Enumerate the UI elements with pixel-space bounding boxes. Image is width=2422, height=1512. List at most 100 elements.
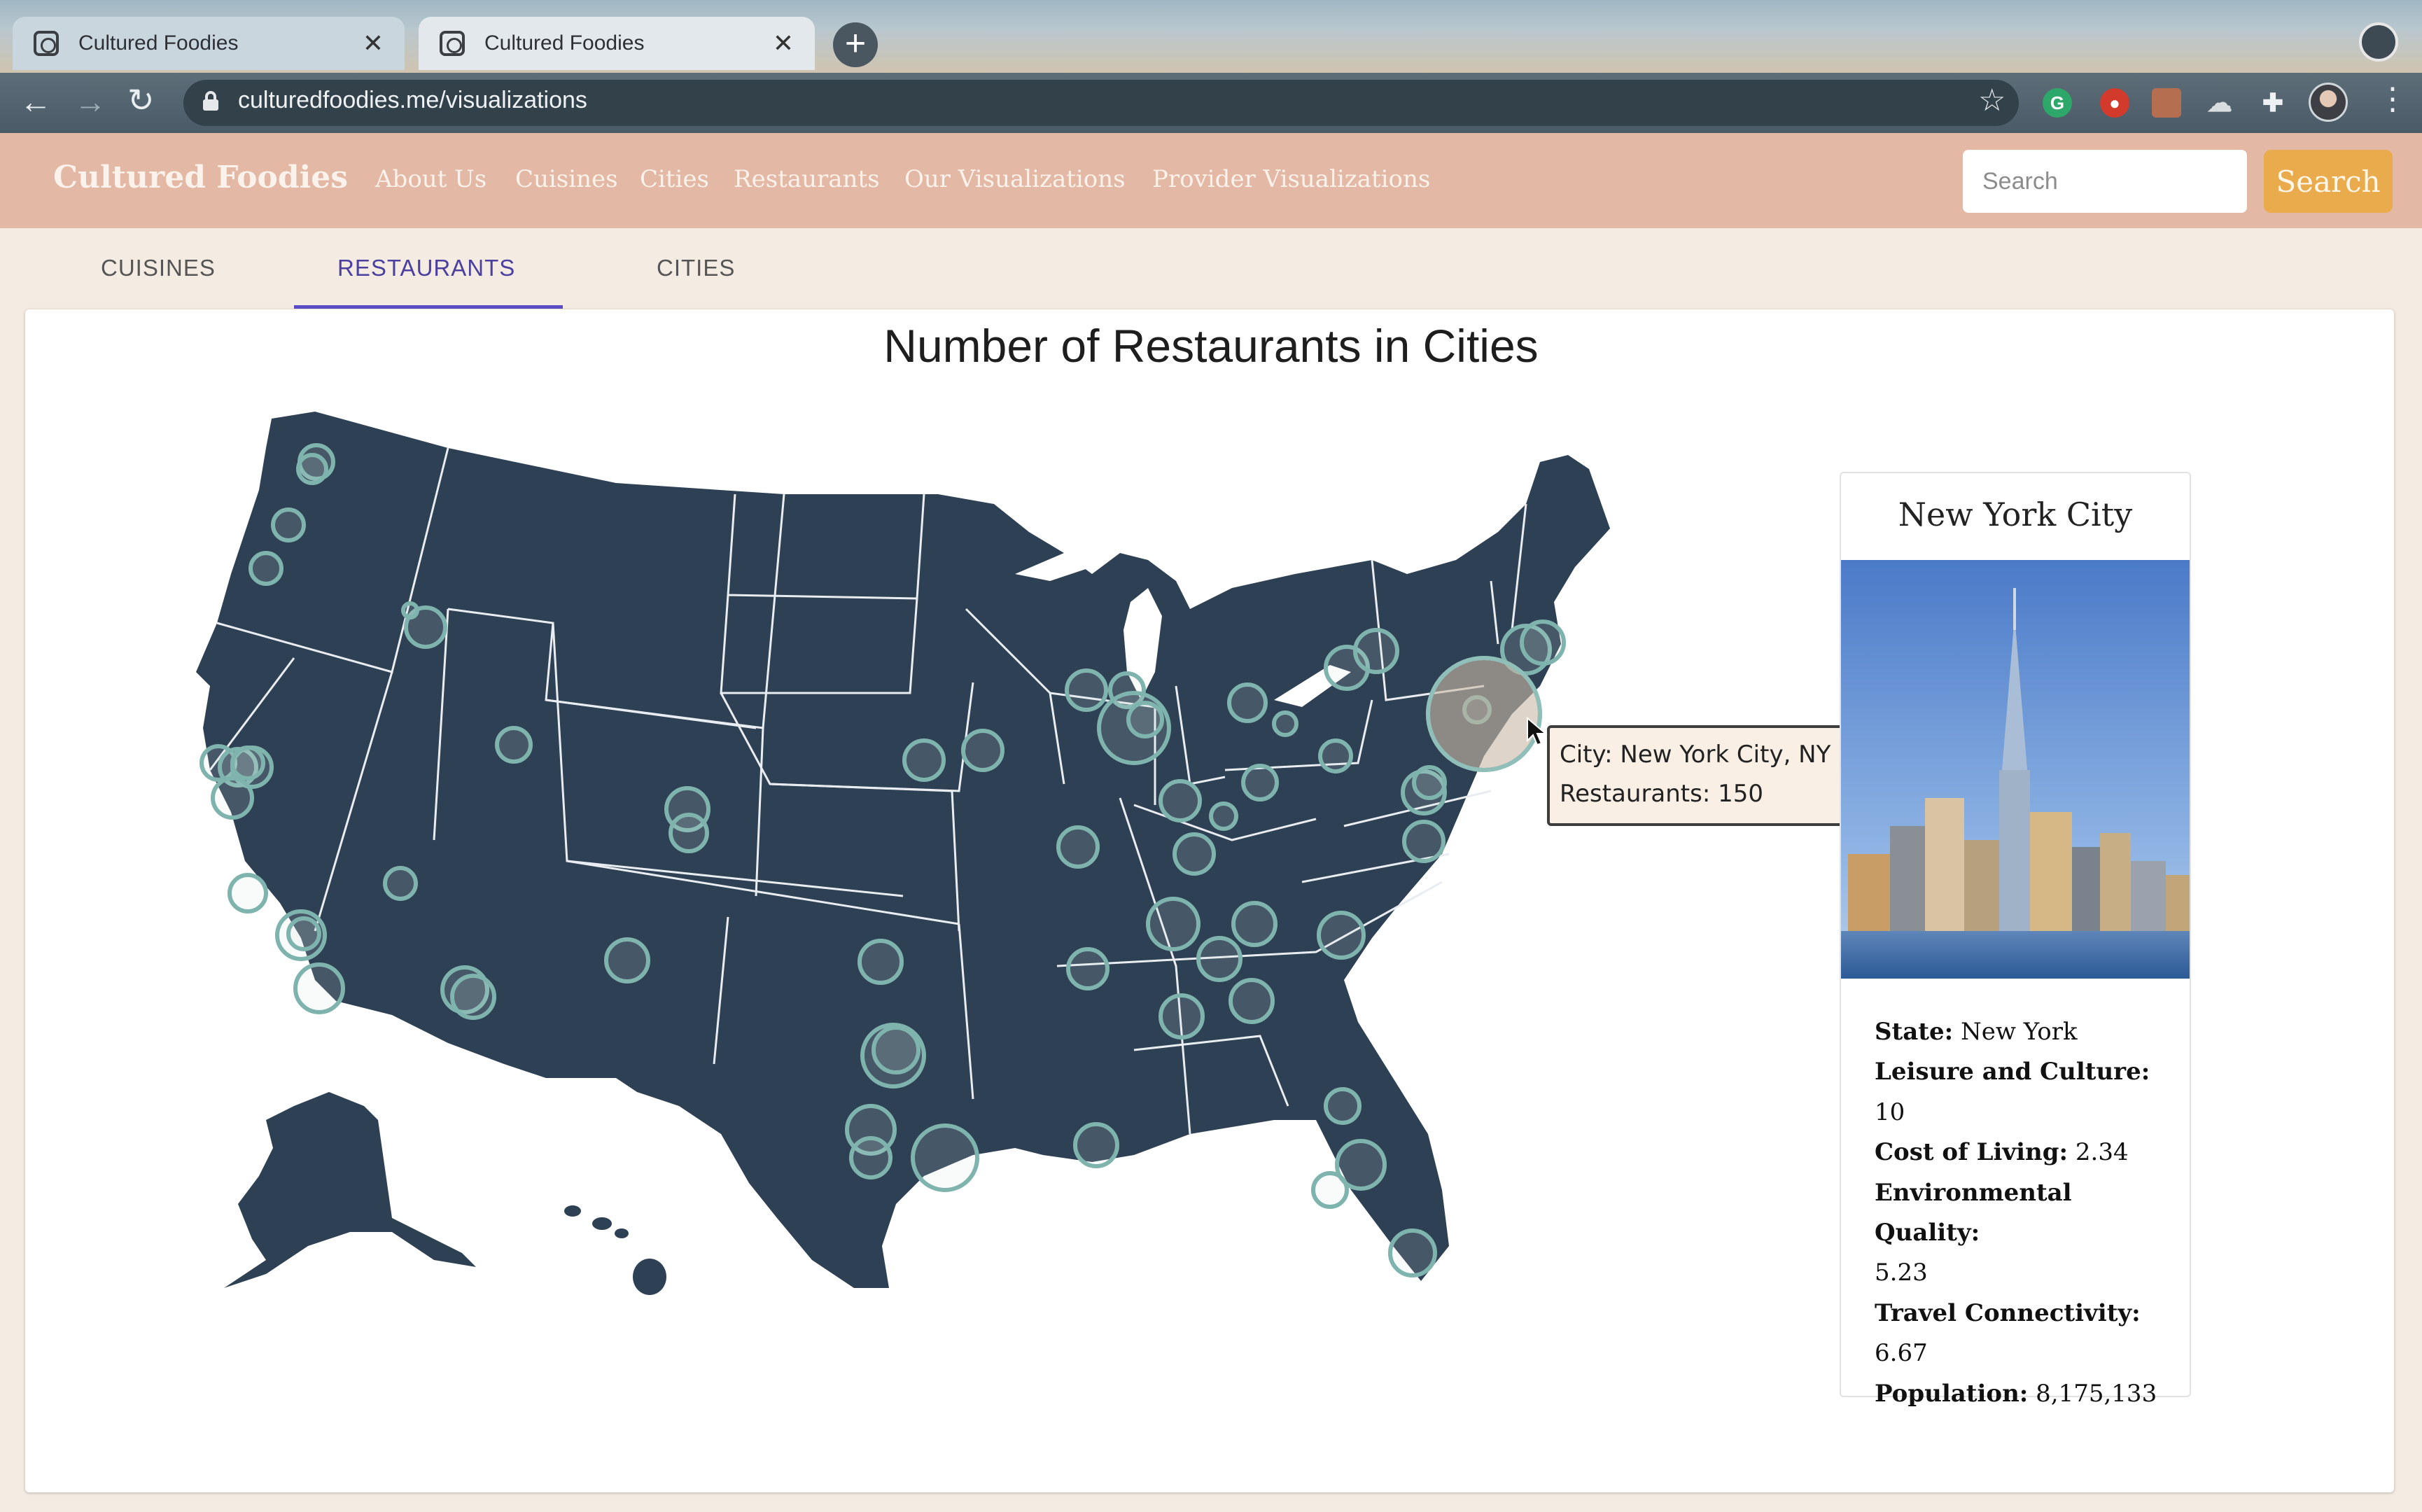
tab-restaurants[interactable]: RESTAURANTS (337, 255, 515, 281)
close-tab-icon[interactable]: ✕ (363, 29, 384, 58)
info-travel-connectivity: Travel Connectivity: 6.67 (1875, 1298, 2141, 1368)
cloud-extension-icon[interactable]: ☁ (2205, 88, 2234, 118)
city-bubble[interactable] (271, 507, 306, 542)
city-bubble[interactable] (1065, 668, 1108, 712)
nav-link-cities[interactable]: Cities (640, 165, 709, 193)
active-tab-indicator (294, 305, 563, 309)
city-bubble[interactable] (230, 746, 265, 780)
nav-link-our-visualizations[interactable]: Our Visualizations (904, 165, 1126, 193)
city-bubble[interactable] (296, 453, 328, 485)
info-environmental-quality: Environmental Quality: 5.23 (1875, 1178, 2072, 1287)
browser-tab[interactable]: Cultured Foodies ✕ (13, 17, 405, 70)
search-button[interactable]: Search (2264, 150, 2393, 213)
color-extension-icon[interactable] (2152, 88, 2181, 118)
city-bubble[interactable] (1520, 620, 1566, 666)
city-bubble[interactable] (1388, 1228, 1437, 1278)
city-card-title: New York City (1898, 496, 2133, 533)
search-input[interactable] (1963, 150, 2247, 213)
city-bubble[interactable] (1228, 978, 1275, 1024)
city-bubble[interactable] (1318, 738, 1353, 774)
red-extension-icon[interactable]: ● (2100, 88, 2129, 118)
city-bubble-new-york-city[interactable] (1426, 656, 1542, 772)
city-bubble[interactable] (1317, 911, 1366, 960)
city-bubble[interactable] (1158, 779, 1202, 822)
city-photo (1841, 560, 2190, 979)
info-population: Population: 8,175,133 (1875, 1379, 2157, 1408)
city-bubble[interactable] (872, 1026, 920, 1074)
city-bubble[interactable] (1311, 1171, 1349, 1209)
city-bubble[interactable] (211, 776, 254, 820)
info-leisure-culture: Leisure and Culture: 10 (1875, 1058, 2150, 1126)
city-card-info: State: New York Leisure and Culture: 10 … (1875, 1012, 2176, 1414)
city-bubble[interactable] (961, 729, 1004, 772)
city-bubble[interactable] (1353, 628, 1399, 674)
city-bubble[interactable] (849, 1136, 892, 1180)
city-bubble[interactable] (858, 939, 904, 985)
contiguous-us-shape (196, 412, 1610, 1288)
city-bubble[interactable] (248, 551, 284, 586)
brand-logo[interactable]: Cultured Foodies (53, 160, 348, 195)
mouse-cursor-icon (1527, 717, 1548, 746)
city-bubble[interactable] (1172, 832, 1216, 876)
city-bubble[interactable] (1073, 1122, 1119, 1168)
tab-search-icon[interactable] (2359, 22, 2398, 62)
site-favicon-icon (440, 31, 465, 56)
city-bubble[interactable] (1126, 701, 1164, 738)
city-bubble[interactable] (911, 1124, 979, 1192)
city-bubble[interactable] (902, 738, 946, 782)
browser-tab-active[interactable]: Cultured Foodies ✕ (419, 17, 815, 70)
user-avatar[interactable] (2309, 83, 2348, 122)
city-bubble[interactable] (1231, 901, 1278, 947)
browser-tab-title: Cultured Foodies (484, 31, 645, 55)
city-bubble[interactable] (1227, 682, 1268, 723)
hawaii-shape (564, 1205, 666, 1295)
url-text[interactable]: culturedfoodies.me/visualizations (238, 87, 587, 114)
map-tooltip: City: New York City, NY Restaurants: 150 (1547, 725, 1858, 826)
browser-menu-icon[interactable]: ⋮ (2377, 81, 2408, 117)
city-bubble[interactable] (1066, 947, 1110, 990)
city-bubble[interactable] (286, 916, 321, 951)
city-bubble[interactable] (293, 962, 345, 1014)
city-bubble[interactable] (1412, 765, 1447, 800)
city-bubble[interactable] (1241, 764, 1279, 802)
tooltip-restaurants: Restaurants: 150 (1560, 780, 1764, 808)
city-bubble[interactable] (401, 601, 419, 620)
chart-title: Number of Restaurants in Cities (883, 320, 1539, 372)
city-bubble[interactable] (450, 974, 496, 1020)
city-bubble[interactable] (1196, 936, 1242, 982)
city-bubble[interactable] (604, 937, 650, 983)
new-york-skyline-image (1841, 560, 2190, 979)
alaska-shape (224, 1092, 476, 1288)
forward-arrow-icon[interactable]: → (74, 83, 106, 120)
city-bubble[interactable] (495, 726, 533, 764)
city-bubble[interactable] (383, 866, 418, 901)
info-state: State: New York (1875, 1018, 2078, 1046)
tab-cuisines[interactable]: CUISINES (101, 255, 216, 281)
close-tab-icon[interactable]: ✕ (773, 29, 794, 58)
extensions-puzzle-icon[interactable]: ✚ (2258, 88, 2288, 118)
back-arrow-icon[interactable]: ← (20, 83, 52, 120)
lock-icon[interactable] (203, 91, 218, 111)
nav-link-cuisines[interactable]: Cuisines (515, 165, 618, 193)
city-bubble[interactable] (1209, 802, 1238, 831)
bookmark-star-icon[interactable]: ☆ (1978, 83, 2005, 118)
site-favicon-icon (34, 31, 59, 56)
grammarly-extension-icon[interactable]: G (2043, 88, 2072, 118)
city-bubble[interactable] (1158, 993, 1205, 1040)
city-bubble[interactable] (668, 813, 709, 853)
nav-link-restaurants[interactable]: Restaurants (734, 165, 880, 193)
city-bubble[interactable] (1324, 1087, 1362, 1125)
nav-link-about[interactable]: About Us (375, 165, 486, 193)
reload-icon[interactable]: ↻ (127, 81, 155, 119)
city-bubble[interactable] (1146, 897, 1200, 951)
city-bubble[interactable] (1402, 820, 1446, 863)
tab-cities[interactable]: CITIES (657, 255, 735, 281)
new-tab-button[interactable]: + (833, 22, 878, 67)
info-cost-of-living: Cost of Living: 2.34 (1875, 1138, 2129, 1167)
city-bubble[interactable] (1272, 710, 1298, 737)
city-bubble[interactable] (227, 873, 268, 913)
city-bubble[interactable] (1056, 825, 1100, 869)
tooltip-city: City: New York City, NY (1560, 741, 1831, 769)
nav-link-provider-visualizations[interactable]: Provider Visualizations (1152, 165, 1430, 193)
us-map (196, 412, 1610, 1295)
